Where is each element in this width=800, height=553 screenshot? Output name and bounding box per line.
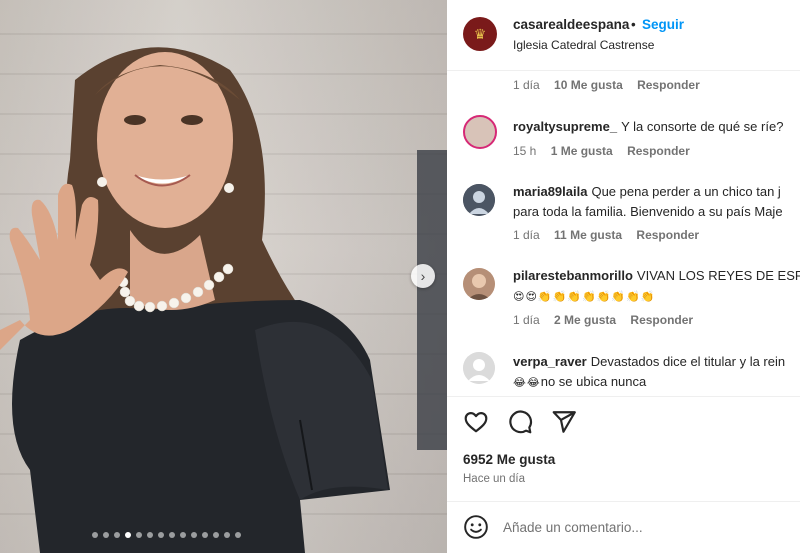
commenter-username[interactable]: pilarestebanmorillo	[513, 268, 633, 283]
post-actions	[463, 409, 577, 435]
avatar-image	[463, 184, 495, 216]
comment-text: Devastados dice el titular y la rein	[590, 354, 786, 369]
carousel-dot-active	[125, 532, 131, 538]
comment-time: 1 día	[513, 78, 540, 92]
carousel-indicator	[92, 532, 241, 538]
comment-text: VIVAN LOS REYES DE ESPA	[636, 268, 800, 283]
reply-button[interactable]: Responder	[636, 228, 699, 242]
account-username[interactable]: casarealdeespana	[513, 17, 629, 32]
instagram-post-view: › ♛ casarealdeespana • Seguir Iglesia Ca…	[0, 0, 800, 553]
post-side-panel: ♛ casarealdeespana • Seguir Iglesia Cate…	[447, 0, 800, 553]
carousel-dot	[92, 532, 98, 538]
carousel-dot	[191, 532, 197, 538]
comment-body: royaltysupreme_ Y la consorte de qué se r…	[513, 117, 783, 137]
paper-plane-icon[interactable]	[551, 409, 577, 435]
comment-text: Que pena perder a un chico tan j	[591, 184, 781, 199]
commenter-username[interactable]: maria89laila	[513, 184, 587, 199]
comment-text-line2: para toda la familia. Bienvenido a su pa…	[513, 204, 783, 219]
likes-count[interactable]: 6952 Me gusta	[463, 452, 555, 467]
header-divider	[447, 70, 800, 71]
comment-bubble-icon[interactable]	[507, 409, 533, 435]
carousel-dot	[136, 532, 142, 538]
default-avatar-icon	[463, 352, 495, 384]
comment-text: Y la consorte de qué se ríe?	[621, 119, 784, 134]
comment-time: 15 h	[513, 144, 537, 158]
post-location[interactable]: Iglesia Catedral Castrense	[513, 38, 654, 52]
actions-divider	[447, 396, 800, 397]
reply-button[interactable]: Responder	[627, 144, 690, 158]
header-separator: •	[631, 17, 636, 32]
comment-text-line2: no se ubica nunca	[540, 374, 647, 389]
add-comment-input[interactable]	[503, 516, 783, 538]
avatar-image	[463, 268, 495, 300]
carousel-dot	[103, 532, 109, 538]
comment-time: 1 día	[513, 228, 540, 242]
carousel-dot	[213, 532, 219, 538]
heart-icon[interactable]	[463, 409, 489, 435]
comment-emojis: 😂😂	[513, 377, 541, 389]
comment-likes[interactable]: 1 Me gusta	[551, 144, 613, 158]
carousel-dot	[180, 532, 186, 538]
carousel-dot	[224, 532, 230, 538]
comment-body: verpa_raver Devastados dice el titular y …	[513, 352, 785, 393]
carousel-dot	[158, 532, 164, 538]
comment-emojis: 😍😍👏👏👏👏👏👏👏👏	[513, 291, 656, 303]
comment-body: pilarestebanmorillo VIVAN LOS REYES DE ES…	[513, 266, 800, 307]
comment-meta: 1 día 11 Me gusta Responder	[513, 228, 710, 242]
smiley-icon[interactable]	[463, 514, 489, 540]
carousel-dot	[169, 532, 175, 538]
commenter-avatar[interactable]	[463, 268, 495, 300]
caption-meta: 1 día 10 Me gusta Responder	[513, 78, 711, 92]
commenter-avatar[interactable]	[463, 352, 495, 384]
commenter-username[interactable]: royaltysupreme_	[513, 119, 617, 134]
add-comment-row	[447, 502, 800, 553]
commenter-username[interactable]: verpa_raver	[513, 354, 587, 369]
comment-likes[interactable]: 2 Me gusta	[554, 313, 616, 327]
commenter-avatar[interactable]	[463, 115, 497, 149]
carousel-dot	[147, 532, 153, 538]
crown-icon: ♛	[473, 25, 487, 42]
account-avatar[interactable]: ♛	[463, 17, 497, 51]
reply-button[interactable]: Responder	[637, 78, 700, 92]
comment-meta: 15 h 1 Me gusta Responder	[513, 144, 701, 158]
carousel-dot	[235, 532, 241, 538]
comment-body: maria89laila Que pena perder a un chico t…	[513, 182, 783, 222]
next-photo-button[interactable]: ›	[411, 264, 435, 288]
post-header: ♛ casarealdeespana • Seguir Iglesia Cate…	[447, 0, 800, 70]
follow-button[interactable]: Seguir	[642, 17, 684, 32]
post-photo[interactable]: ›	[0, 0, 447, 553]
post-timestamp: Hace un día	[463, 473, 526, 485]
chevron-right-icon: ›	[420, 268, 426, 284]
carousel-dot	[114, 532, 120, 538]
commenter-avatar[interactable]	[463, 184, 495, 216]
comment-meta: 1 día 2 Me gusta Responder	[513, 313, 704, 327]
comment-time: 1 día	[513, 313, 540, 327]
woman-waving-illustration	[0, 47, 390, 553]
reply-button[interactable]: Responder	[630, 313, 693, 327]
comment-likes[interactable]: 10 Me gusta	[554, 78, 623, 92]
comment-likes[interactable]: 11 Me gusta	[554, 228, 622, 242]
carousel-dot	[202, 532, 208, 538]
